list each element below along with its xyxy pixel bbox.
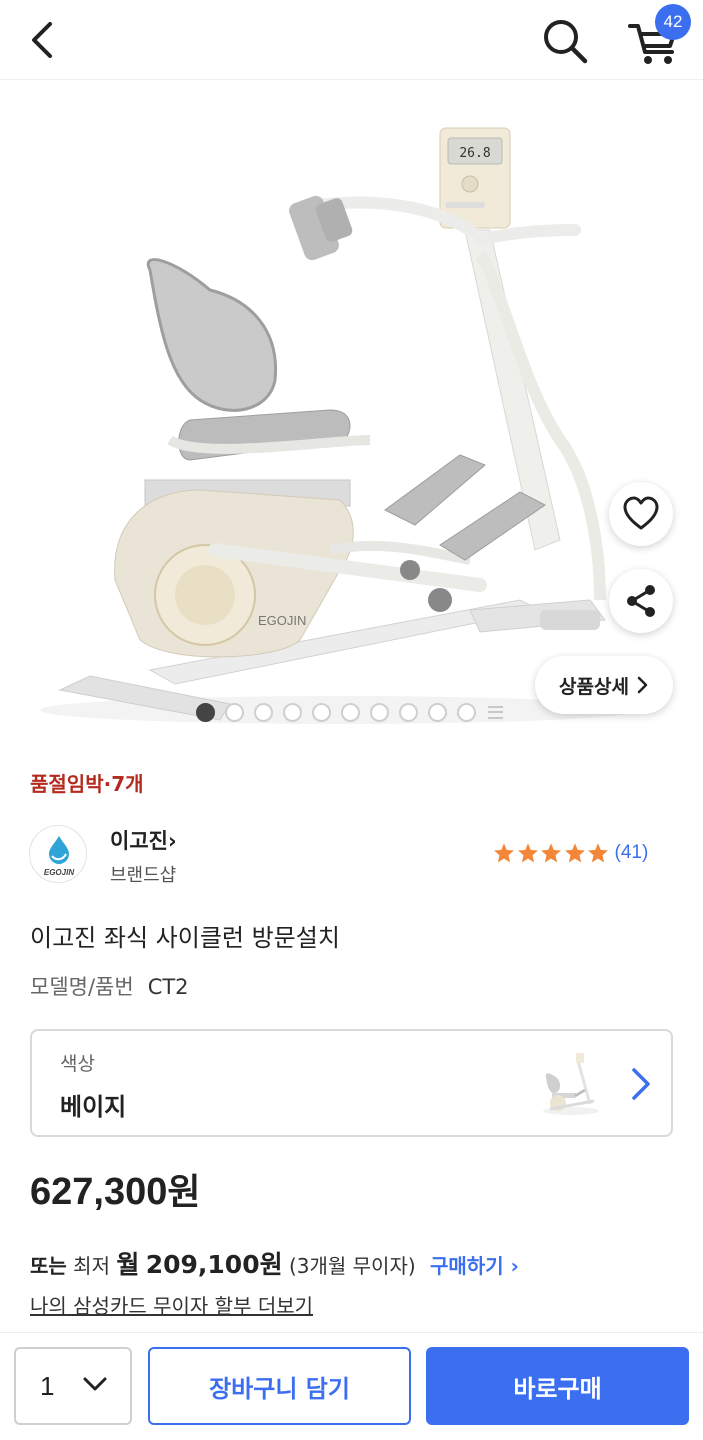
- pagination-dot[interactable]: [341, 702, 360, 722]
- product-brand-mark: EGOJIN: [258, 613, 306, 628]
- installment-info: 또는 최저 월 209,100원 (3개월 무이자) 구매하기 ›: [30, 1250, 519, 1279]
- pagination-dot[interactable]: [283, 702, 302, 722]
- star-icon: [588, 843, 608, 863]
- star-icon: [517, 843, 538, 863]
- brand-name-link[interactable]: 이고진›: [110, 825, 177, 855]
- option-value: 베이지: [60, 1093, 127, 1121]
- share-button[interactable]: [609, 569, 673, 633]
- search-button[interactable]: [540, 16, 590, 66]
- option-label: 색상: [60, 1053, 95, 1075]
- product-image-gallery[interactable]: 26.8 EGOJIN 상품상세: [0, 80, 703, 736]
- console-display: 26.8: [459, 146, 490, 161]
- color-option-selector[interactable]: 색상 베이지: [30, 1029, 673, 1137]
- favorite-button[interactable]: [609, 482, 673, 546]
- search-icon: [544, 20, 588, 64]
- svg-text:EGOJIN: EGOJIN: [44, 868, 74, 877]
- star-icon: [564, 843, 585, 863]
- cart-count-badge: 42: [655, 4, 691, 40]
- chevron-right-icon: [632, 1068, 650, 1100]
- product-price: 627,300원: [30, 1171, 201, 1213]
- pagination-dot[interactable]: [196, 702, 215, 722]
- pagination-dot[interactable]: [457, 702, 476, 722]
- back-button[interactable]: [22, 18, 66, 62]
- brand-logo[interactable]: EGOJIN: [29, 825, 87, 883]
- add-to-cart-button[interactable]: 장바구니 담기: [148, 1347, 411, 1425]
- card-installment-link[interactable]: 나의 삼성카드 무이자 할부 더보기: [30, 1290, 313, 1319]
- review-count: (41): [614, 842, 649, 863]
- bottom-action-bar: 1 장바구니 담기 바로구매: [0, 1332, 703, 1440]
- chevron-right-icon: [637, 676, 648, 694]
- product-image: 26.8 EGOJIN: [40, 127, 640, 724]
- heart-icon: [623, 496, 659, 530]
- pagination-dot[interactable]: [370, 702, 389, 722]
- product-detail-label: 상품상세: [559, 675, 629, 698]
- installment-buy-link[interactable]: 구매하기 ›: [430, 1254, 519, 1278]
- gallery-pagination: [196, 702, 505, 722]
- pagination-dot[interactable]: [254, 702, 273, 722]
- option-thumbnail: [543, 1053, 599, 1115]
- product-detail-button[interactable]: 상품상세: [535, 656, 673, 714]
- brand-shop-label: 브랜드샵: [110, 865, 177, 886]
- pagination-dot[interactable]: [399, 702, 418, 722]
- rating[interactable]: (41): [493, 842, 648, 864]
- share-icon: [627, 585, 655, 617]
- star-icon: [494, 843, 514, 863]
- product-title: 이고진 좌식 사이클런 방문설치: [30, 924, 340, 952]
- quantity-select[interactable]: 1: [14, 1347, 132, 1425]
- pagination-dot[interactable]: [312, 702, 331, 722]
- star-icon: [541, 843, 561, 863]
- quantity-value: 1: [40, 1370, 55, 1401]
- top-app-bar: 42: [0, 0, 703, 80]
- brand-logo-image: EGOJIN: [44, 836, 74, 877]
- chevron-left-icon: [32, 22, 52, 58]
- buy-now-button[interactable]: 바로구매: [426, 1347, 689, 1425]
- more-slides-icon[interactable]: [486, 703, 505, 722]
- pagination-dot[interactable]: [428, 702, 447, 722]
- chevron-down-icon: [83, 1377, 107, 1391]
- stock-notice: 품절임박·7개: [30, 772, 144, 796]
- pagination-dot[interactable]: [225, 702, 244, 722]
- model-info: 모델명/품번 CT2: [30, 975, 189, 999]
